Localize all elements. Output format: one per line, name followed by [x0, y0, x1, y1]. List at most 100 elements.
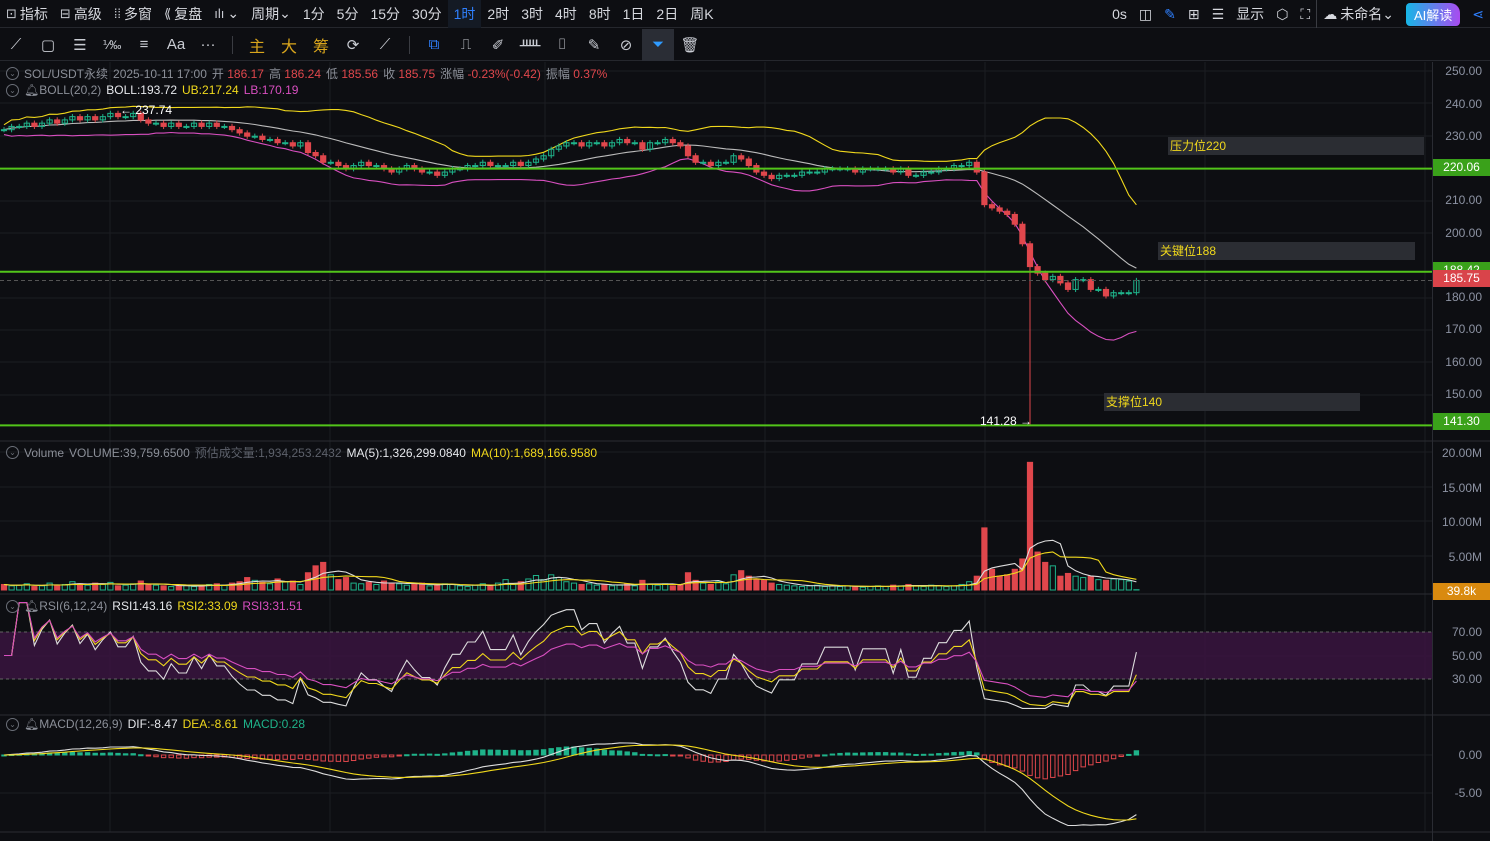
candle	[183, 125, 190, 128]
low-point-label: 141.28 →	[980, 414, 1033, 428]
macd-histogram-bar	[1004, 754, 1010, 767]
macd-histogram-bar	[350, 754, 357, 762]
key-level-annotation[interactable]: 关键位188	[1158, 242, 1415, 260]
price-tick: 250.00	[1445, 64, 1482, 78]
volume-bar	[1110, 578, 1117, 591]
volume-info-line: ⌄ Volume VOLUME:39,759.6500 预估成交量:1,934,2…	[6, 444, 597, 461]
price-tick: 170.00	[1445, 322, 1482, 336]
macd-histogram-bar	[328, 754, 334, 762]
volume-bar	[1072, 575, 1079, 591]
collapse-icon[interactable]: ⌄	[6, 717, 19, 731]
macd-histogram-bar	[426, 753, 433, 756]
volume-bar	[601, 583, 608, 591]
candle	[1011, 213, 1018, 225]
macd-histogram-bar	[632, 752, 638, 756]
volume-bar	[920, 586, 927, 591]
candle	[905, 168, 912, 176]
bell-icon[interactable]: 🔔︎	[24, 599, 39, 613]
volume-bar	[1004, 574, 1011, 591]
macd-histogram-bar	[404, 754, 410, 757]
macd-histogram-bar	[829, 753, 836, 756]
rsi-info-line: ⌄ 🔔︎ RSI(6,12,24) RSI1:43.16 RSI2:33.09 RSI…	[6, 599, 302, 613]
candle	[365, 161, 372, 167]
collapse-icon[interactable]: ⌄	[6, 67, 19, 80]
volume-bar	[1102, 579, 1110, 591]
macd-histogram-bar	[358, 754, 364, 760]
volume-bar	[46, 582, 53, 591]
volume-bar	[8, 585, 15, 591]
volume-bar	[403, 584, 410, 591]
volume-bar	[631, 585, 638, 591]
macd-histogram-bar	[176, 754, 182, 759]
volume-bar	[639, 579, 646, 591]
macd-histogram-bar	[267, 754, 273, 760]
candle	[373, 165, 380, 168]
candle	[31, 122, 38, 127]
bell-icon[interactable]: 🔔︎	[24, 83, 39, 97]
candle	[198, 122, 205, 127]
support-annotation[interactable]: 支撑位140	[1104, 393, 1360, 411]
candle	[1042, 272, 1049, 281]
candle	[16, 125, 23, 128]
boll-upper-line	[3, 105, 1137, 206]
macd-histogram-bar	[624, 751, 630, 756]
volume-bar	[684, 572, 692, 591]
volume-bar	[456, 585, 464, 591]
macd-histogram-bar	[890, 752, 896, 756]
volume-bar	[373, 583, 380, 591]
volume-bar	[510, 583, 517, 591]
candle	[639, 142, 646, 150]
volume-bar	[707, 583, 714, 591]
volume-bar	[190, 586, 198, 591]
volume-bar	[966, 581, 973, 591]
macd-histogram-bar	[571, 746, 577, 756]
macd-histogram-bar	[472, 750, 478, 756]
macd-histogram-bar	[905, 753, 912, 756]
macd-histogram-bar	[335, 754, 342, 762]
volume-bar	[137, 580, 144, 591]
volume-bar	[487, 585, 494, 591]
macd-histogram-bar	[366, 754, 372, 759]
macd-histogram-bar	[898, 752, 904, 756]
candle	[578, 142, 585, 147]
candle	[791, 174, 798, 177]
macd-histogram-bar	[464, 750, 471, 756]
volume-bar	[335, 579, 342, 591]
candle	[502, 165, 509, 168]
collapse-icon[interactable]: ⌄	[6, 599, 19, 613]
volume-bar	[342, 577, 350, 591]
macd-histogram-bar	[145, 754, 152, 757]
macd-histogram-bar	[860, 752, 866, 756]
volume-bar	[616, 584, 623, 591]
candle	[236, 129, 243, 134]
macd-histogram-bar	[282, 754, 288, 760]
rsi-tick: 30.00	[1451, 672, 1482, 686]
volume-bar	[365, 581, 372, 591]
volume-bar	[472, 584, 479, 591]
price-axis[interactable]: 250.00 240.00 230.00 210.00 200.00 180.0…	[1432, 62, 1490, 841]
volume-bar	[981, 527, 988, 591]
macd-histogram-bar	[160, 754, 167, 759]
macd-histogram-bar	[84, 752, 91, 756]
volume-bar	[593, 584, 600, 591]
macd-histogram-bar	[396, 754, 402, 757]
macd-histogram-bar	[875, 752, 881, 756]
candle	[434, 171, 441, 176]
collapse-icon[interactable]: ⌄	[6, 83, 19, 97]
macd-histogram-bar	[776, 754, 782, 762]
candle	[700, 161, 707, 164]
collapse-icon[interactable]: ⌄	[6, 446, 19, 459]
macd-histogram-bar	[312, 754, 319, 761]
macd-histogram-bar	[168, 754, 174, 759]
candle	[928, 171, 935, 174]
volume-bar	[753, 579, 760, 591]
macd-histogram-bar	[77, 752, 83, 756]
volume-bar	[282, 581, 289, 591]
macd-histogram-bar	[153, 754, 159, 758]
price-tick: 180.00	[1445, 290, 1482, 304]
chart-canvas[interactable]	[0, 0, 1490, 841]
bell-icon[interactable]: 🔔︎	[24, 717, 39, 731]
volume-bar	[1042, 561, 1049, 591]
volume-bar	[168, 586, 175, 591]
resistance-annotation[interactable]: 压力位220	[1168, 137, 1424, 155]
